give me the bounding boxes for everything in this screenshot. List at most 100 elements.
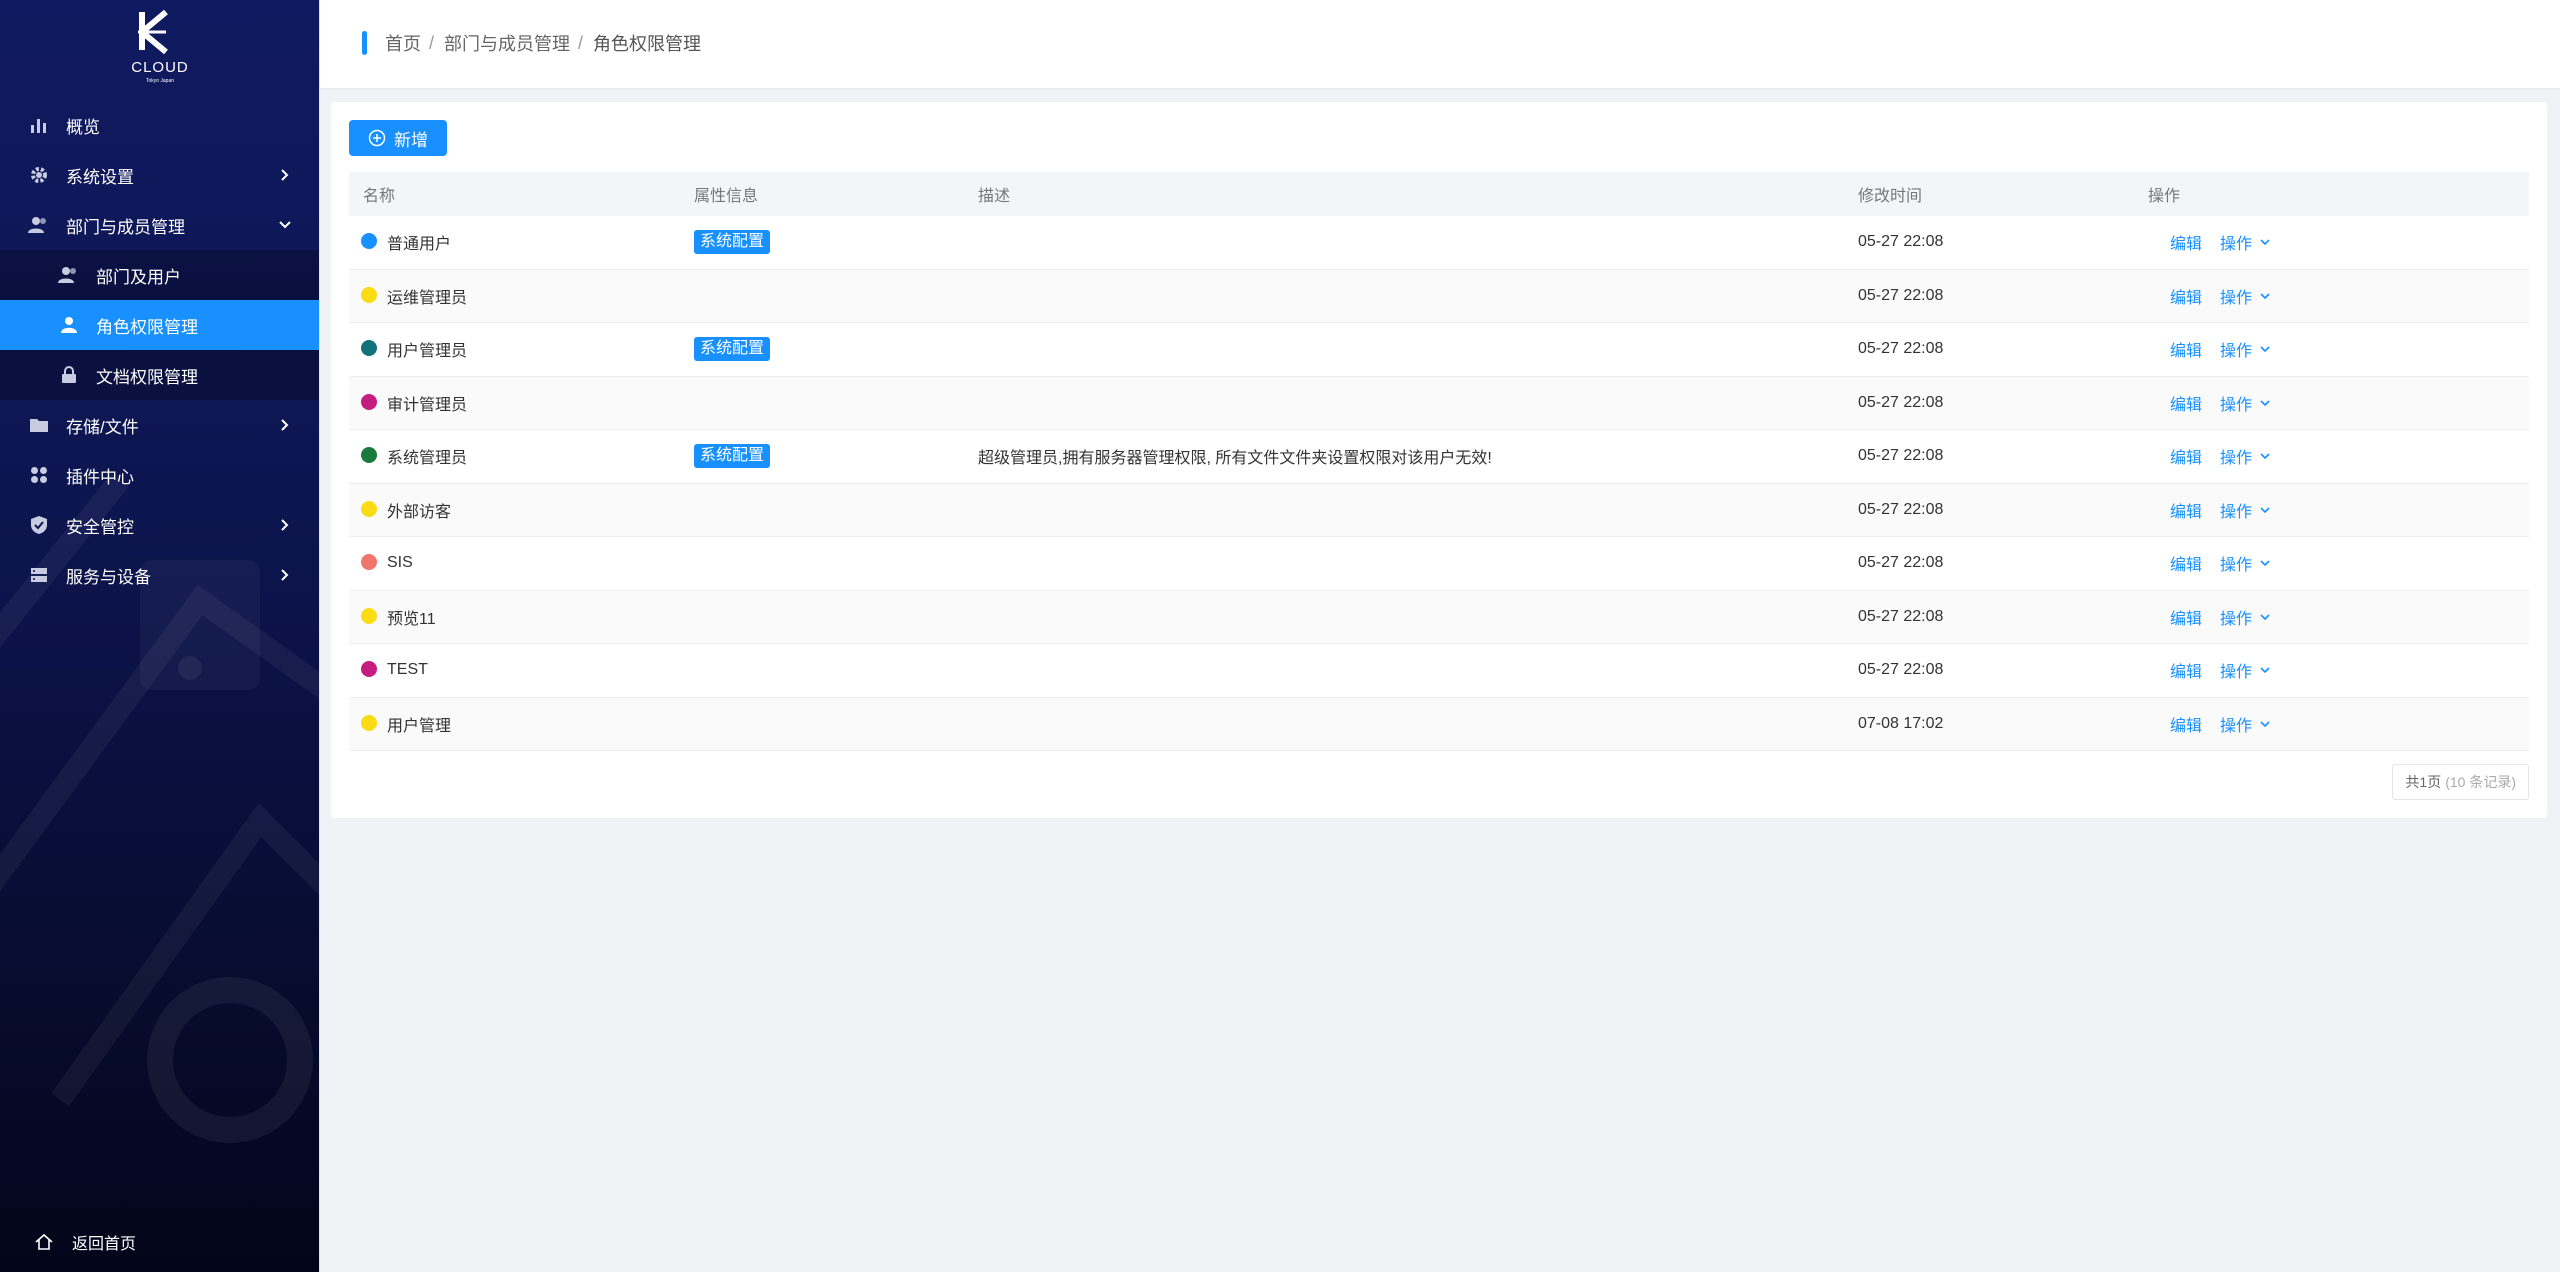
back-home-label: 返回首页 <box>72 1236 137 1253</box>
users-icon <box>58 264 80 286</box>
role-name: 审计管理员 <box>387 396 468 414</box>
operations-label: 操作 <box>2220 664 2253 682</box>
edit-link[interactable]: 编辑 <box>2170 498 2202 522</box>
logo: CLOUD Tokyo Japan <box>120 6 200 84</box>
chevron-right-icon <box>281 419 289 431</box>
chevron-down-icon <box>2260 400 2270 406</box>
role-name: 预览11 <box>387 610 436 628</box>
cell-attr: 系统配置 <box>694 444 978 469</box>
cell-attr: 系统配置 <box>694 337 978 362</box>
cell-attr: 系统配置 <box>694 230 978 255</box>
cell-name: TEST <box>349 661 694 679</box>
sidebar-item-security-control[interactable]: 安全管控 <box>0 500 319 550</box>
operations-dropdown[interactable]: 操作 <box>2220 605 2272 629</box>
sidebar-item-label: 文档权限管理 <box>96 367 198 387</box>
cell-name: 普通用户 <box>349 230 694 254</box>
edit-link[interactable]: 编辑 <box>2170 712 2202 736</box>
role-color-dot <box>361 393 377 410</box>
edit-link[interactable]: 编辑 <box>2170 230 2202 254</box>
role-name: TEST <box>387 661 428 679</box>
operations-label: 操作 <box>2220 717 2253 735</box>
system-config-tag: 系统配置 <box>694 337 771 362</box>
server-icon <box>28 564 50 586</box>
operations-dropdown[interactable]: 操作 <box>2220 444 2272 468</box>
role-name: 普通用户 <box>387 236 452 254</box>
sidebar-divider <box>319 0 320 1272</box>
role-name: 外部访客 <box>387 503 452 521</box>
add-button[interactable]: 新增 <box>349 120 447 156</box>
logo-subtext: Tokyo Japan <box>146 78 174 84</box>
sidebar-item-role-permissions[interactable]: 角色权限管理 <box>0 300 319 350</box>
cell-time: 05-27 22:08 <box>1858 447 1944 465</box>
header-attr: 属性信息 <box>694 188 759 205</box>
sidebar-item-services-devices[interactable]: 服务与设备 <box>0 550 319 600</box>
pagination-total: 共1页 <box>2405 774 2442 790</box>
operations-label: 操作 <box>2220 450 2253 468</box>
role-name: 用户管理 <box>387 717 452 735</box>
chevron-right-icon <box>281 519 289 531</box>
cell-ops: 编辑 操作 <box>2148 444 2529 468</box>
edit-link[interactable]: 编辑 <box>2170 444 2202 468</box>
sidebar-item-storage-files[interactable]: 存储/文件 <box>0 400 319 450</box>
operations-dropdown[interactable]: 操作 <box>2220 712 2272 736</box>
sidebar-item-system-settings[interactable]: 系统设置 <box>0 150 319 200</box>
edit-link[interactable]: 编辑 <box>2170 658 2202 682</box>
operations-dropdown[interactable]: 操作 <box>2220 658 2272 682</box>
edit-link[interactable]: 编辑 <box>2170 284 2202 308</box>
sidebar-item-document-permissions[interactable]: 文档权限管理 <box>0 350 319 400</box>
sidebar-item-plugin-center[interactable]: 插件中心 <box>0 450 319 500</box>
breadcrumb: 首页 / 部门与成员管理 / 角色权限管理 <box>362 30 701 56</box>
cell-ops: 编辑 操作 <box>2148 498 2529 522</box>
operations-dropdown[interactable]: 操作 <box>2220 498 2272 522</box>
sidebar-item-overview[interactable]: 概览 <box>0 100 319 150</box>
operations-dropdown[interactable]: 操作 <box>2220 230 2272 254</box>
role-name: SIS <box>387 554 413 572</box>
operations-dropdown[interactable]: 操作 <box>2220 551 2272 575</box>
chevron-down-icon <box>2260 239 2270 246</box>
chevron-down-icon <box>2260 560 2270 567</box>
cell-ops: 编辑 操作 <box>2148 712 2529 736</box>
logo-text: CLOUD <box>131 59 189 76</box>
edit-link[interactable]: 编辑 <box>2170 605 2202 629</box>
cell-time: 05-27 22:08 <box>1858 233 1944 251</box>
role-color-dot <box>361 554 377 571</box>
operations-dropdown[interactable]: 操作 <box>2220 337 2272 361</box>
folder-icon <box>28 414 50 436</box>
cell-ops: 编辑 操作 <box>2148 391 2529 415</box>
cell-name: 用户管理 <box>349 712 694 736</box>
pagination-summary: 共1页 (10 条记录) <box>2392 764 2529 800</box>
cell-name: 运维管理员 <box>349 284 694 308</box>
edit-link[interactable]: 编辑 <box>2170 551 2202 575</box>
role-color-dot <box>361 340 377 357</box>
operations-dropdown[interactable]: 操作 <box>2220 284 2272 308</box>
page-header: 首页 / 部门与成员管理 / 角色权限管理 <box>320 0 2560 88</box>
back-home-link[interactable]: 返回首页 <box>0 1222 319 1262</box>
sidebar-item-department-members[interactable]: 部门与成员管理 <box>0 200 319 250</box>
table-body: 普通用户 系统配置 05-27 22:08 编辑 操作 运维管理员 05-27 … <box>349 216 2529 751</box>
table-header: 名称 属性信息 描述 修改时间 操作 <box>349 172 2529 216</box>
breadcrumb-accent-bar <box>362 31 367 55</box>
role-name: 系统管理员 <box>387 450 468 468</box>
role-color-dot <box>361 500 377 517</box>
operations-label: 操作 <box>2220 343 2253 361</box>
edit-link[interactable]: 编辑 <box>2170 337 2202 361</box>
operations-label: 操作 <box>2220 503 2253 521</box>
table-row: 普通用户 系统配置 05-27 22:08 编辑 操作 <box>349 216 2529 270</box>
home-icon <box>35 1233 53 1250</box>
operations-dropdown[interactable]: 操作 <box>2220 391 2272 415</box>
sidebar-item-departments-users[interactable]: 部门及用户 <box>0 250 319 300</box>
chevron-down-icon <box>2260 293 2270 299</box>
breadcrumb-home[interactable]: 首页 <box>385 30 421 56</box>
breadcrumb-current: 角色权限管理 <box>593 34 702 54</box>
breadcrumb-section[interactable]: 部门与成员管理 <box>444 30 570 56</box>
cell-desc: 超级管理员,拥有服务器管理权限, 所有文件文件夹设置权限对该用户无效! <box>978 450 1492 468</box>
content-card: 新增 名称 属性信息 描述 修改时间 操作 普通用户 系统配置 05-27 22… <box>331 102 2547 818</box>
pagination-records: (10 条记录) <box>2445 774 2516 790</box>
edit-link[interactable]: 编辑 <box>2170 391 2202 415</box>
cell-time: 05-27 22:08 <box>1858 661 1944 679</box>
role-color-dot <box>361 447 377 464</box>
role-color-dot <box>361 661 377 678</box>
lock-icon <box>58 364 80 386</box>
users-icon <box>28 214 50 236</box>
table-row: 预览11 05-27 22:08 编辑 操作 <box>349 590 2529 644</box>
